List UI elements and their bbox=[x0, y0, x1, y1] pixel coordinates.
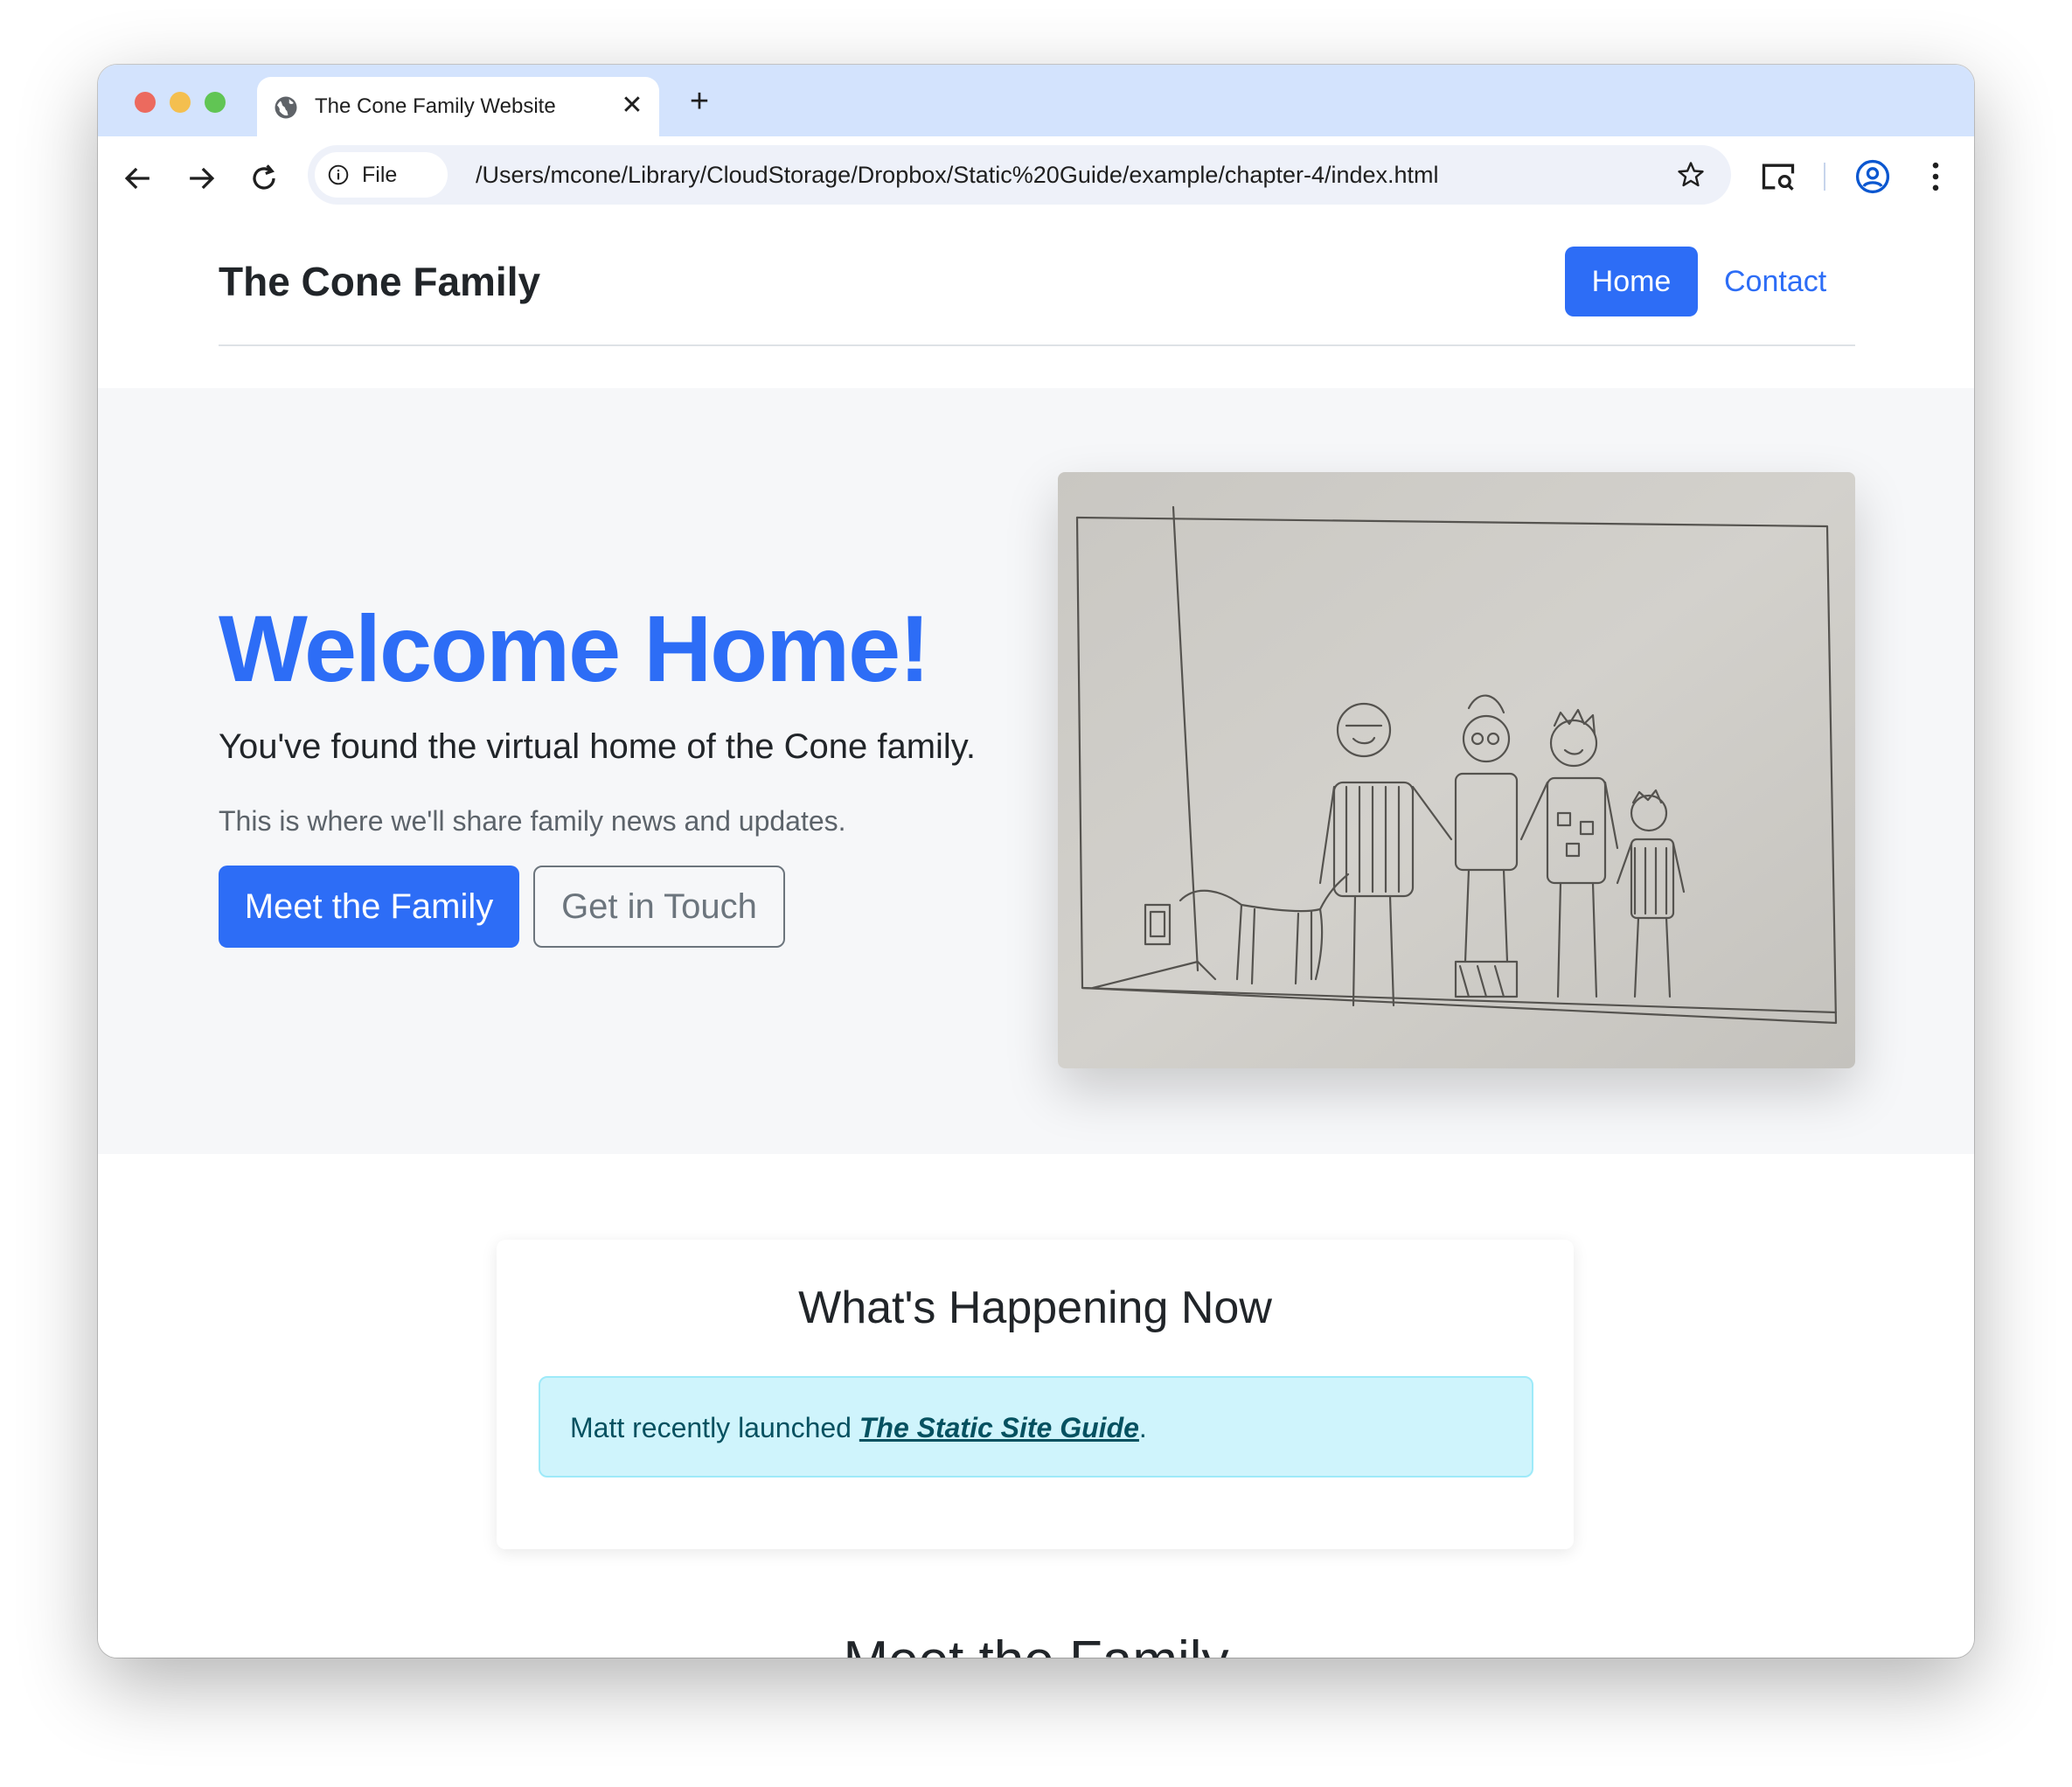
address-bar[interactable]: File /Users/mcone/Library/CloudStorage/D… bbox=[308, 145, 1731, 205]
minimize-window-button[interactable] bbox=[170, 92, 191, 113]
news-card-title: What's Happening Now bbox=[798, 1283, 1272, 1333]
page-content: The Cone Family Home Contact Welcome Hom… bbox=[98, 219, 1974, 1658]
reload-icon[interactable] bbox=[245, 159, 283, 198]
browser-window: The Cone Family Website ✕ + File /Users/… bbox=[98, 65, 1974, 1658]
info-icon bbox=[328, 164, 349, 185]
bookmark-star-icon[interactable] bbox=[1675, 159, 1707, 191]
site-chip-label: File bbox=[362, 163, 398, 187]
news-card: What's Happening Now Matt recently launc… bbox=[497, 1240, 1574, 1549]
meet-the-family-heading: Meet the Family bbox=[98, 1628, 1974, 1658]
nav-link-home[interactable]: Home bbox=[1565, 247, 1698, 316]
browser-tab[interactable]: The Cone Family Website ✕ bbox=[257, 77, 659, 136]
tab-strip: The Cone Family Website ✕ + bbox=[98, 65, 1974, 136]
meet-the-family-button[interactable]: Meet the Family bbox=[219, 866, 519, 948]
site-brand[interactable]: The Cone Family bbox=[219, 257, 540, 306]
forward-arrow-icon[interactable] bbox=[182, 159, 220, 198]
hero-subtext: This is where we'll share family news an… bbox=[219, 805, 846, 837]
site-info-chip[interactable]: File bbox=[315, 152, 448, 198]
news-alert: Matt recently launched The Static Site G… bbox=[539, 1376, 1533, 1478]
nav-link-contact[interactable]: Contact bbox=[1724, 247, 1826, 316]
globe-icon bbox=[275, 96, 297, 119]
static-site-guide-link[interactable]: The Static Site Guide bbox=[859, 1412, 1139, 1443]
hero-section: Welcome Home! You've found the virtual h… bbox=[98, 388, 1974, 1154]
url-text[interactable]: /Users/mcone/Library/CloudStorage/Dropbo… bbox=[476, 161, 1439, 189]
alert-text: Matt recently launched The Static Site G… bbox=[570, 1409, 1147, 1446]
toolbar-separator bbox=[1824, 163, 1825, 191]
tab-search-icon[interactable] bbox=[1759, 157, 1797, 196]
alert-prefix: Matt recently launched bbox=[570, 1412, 859, 1443]
alert-suffix: . bbox=[1138, 1412, 1147, 1443]
more-menu-icon[interactable] bbox=[1916, 157, 1955, 196]
close-window-button[interactable] bbox=[135, 92, 156, 113]
site-navbar: The Cone Family Home Contact bbox=[219, 219, 1855, 346]
family-drawing-image bbox=[1058, 472, 1855, 1068]
family-drawing bbox=[1058, 472, 1855, 1068]
back-arrow-icon[interactable] bbox=[119, 159, 157, 198]
close-tab-icon[interactable]: ✕ bbox=[617, 91, 647, 121]
new-tab-button[interactable]: + bbox=[682, 84, 717, 119]
hero-title: Welcome Home! bbox=[219, 595, 930, 701]
get-in-touch-button[interactable]: Get in Touch bbox=[533, 866, 785, 948]
profile-icon[interactable] bbox=[1853, 157, 1892, 196]
browser-toolbar: File /Users/mcone/Library/CloudStorage/D… bbox=[98, 136, 1974, 220]
tab-title: The Cone Family Website bbox=[315, 94, 556, 118]
maximize-window-button[interactable] bbox=[205, 92, 226, 113]
hero-lead: You've found the virtual home of the Con… bbox=[219, 727, 976, 766]
